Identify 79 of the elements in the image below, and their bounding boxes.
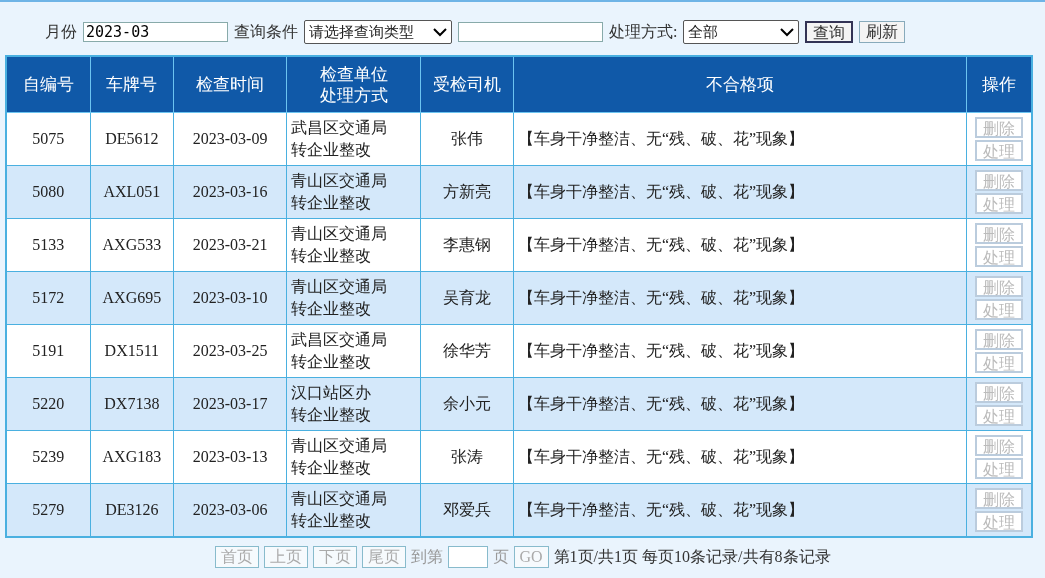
table-cell: DE3126 — [90, 483, 174, 537]
page-unit-label: 页 — [492, 546, 509, 567]
table-cell: 5075 — [6, 112, 91, 166]
chevron-icon — [433, 27, 447, 37]
table-cell: 【车身干净整洁、无“残、破、花”现象】 — [513, 430, 967, 484]
query-type-select[interactable]: 请选择查询类型 — [304, 20, 452, 44]
column-header: 受检司机 — [432, 74, 501, 95]
table-cell: 5191 — [6, 324, 91, 378]
table-cell-text: 青山区交通局 — [291, 436, 388, 456]
table-cell: 邓爱兵 — [420, 483, 514, 537]
table-cell: 2023-03-16 — [173, 165, 287, 219]
column-header: 检查单位 — [319, 63, 388, 85]
table-cell-text: 武昌区交通局 — [291, 118, 388, 138]
table-cell-text: 青山区交通局 — [291, 171, 388, 191]
table-cell-text: 青山区交通局 — [291, 224, 388, 244]
column-header: 不合格项 — [706, 74, 775, 95]
table-cell-text: 青山区交通局 — [291, 277, 388, 297]
table-cell: 【车身干净整洁、无“残、破、花”现象】 — [513, 483, 967, 537]
table-cell-text: 转企业整改 — [291, 458, 372, 478]
method-select[interactable]: 全部 — [683, 20, 800, 44]
table-cell: 5239 — [6, 430, 91, 484]
table-cell: 余小元 — [420, 377, 514, 431]
table-cell: 徐华芳 — [420, 324, 514, 378]
table-cell: 5080 — [6, 165, 91, 219]
table-cell: 【车身干净整洁、无“残、破、花”现象】 — [513, 112, 967, 166]
table-cell-text: 转企业整改 — [291, 246, 372, 266]
table-cell: 5220 — [6, 377, 91, 431]
column-header: 操作 — [982, 74, 1017, 95]
table-cell: AXG533 — [90, 218, 174, 272]
table-cell: 2023-03-25 — [173, 324, 287, 378]
month-field[interactable]: 2023-03 — [83, 22, 228, 42]
table-cell: 2023-03-10 — [173, 271, 287, 325]
column-header: 检查时间 — [196, 74, 265, 95]
table-cell: AXG183 — [90, 430, 174, 484]
table-cell-text: 武昌区交通局 — [291, 330, 388, 350]
chevron-icon — [780, 27, 795, 37]
table-cell-text: 转企业整改 — [291, 140, 372, 160]
table-cell-text: 转企业整改 — [291, 193, 372, 213]
button[interactable]: 查询 — [805, 21, 854, 43]
table-cell-text: 转企业整改 — [291, 352, 372, 372]
goto-label: 到第 — [410, 546, 443, 567]
table-cell: 2023-03-21 — [173, 218, 287, 272]
table-cell: 5279 — [6, 483, 91, 537]
table-cell: 【车身干净整洁、无“残、破、花”现象】 — [513, 377, 967, 431]
table-cell: 5172 — [6, 271, 91, 325]
month-label: 月份 — [45, 21, 77, 42]
table-cell-text: 转企业整改 — [291, 299, 372, 319]
table-cell-text: 转企业整改 — [291, 405, 372, 425]
table-cell: 【车身干净整洁、无“残、破、花”现象】 — [513, 218, 967, 272]
table-cell: DX1511 — [90, 324, 174, 378]
method-label: 处理方式: — [609, 21, 678, 42]
table-cell: DE5612 — [90, 112, 174, 166]
table-cell: 2023-03-06 — [173, 483, 287, 537]
query-label: 查询条件 — [234, 21, 298, 42]
table-cell: 2023-03-13 — [173, 430, 287, 484]
table-cell: DX7138 — [90, 377, 174, 431]
button[interactable]: 刷新 — [859, 21, 906, 43]
table-cell: AXG695 — [90, 271, 174, 325]
table-cell-text: 转企业整改 — [291, 511, 372, 531]
column-header: 自编号 — [22, 74, 74, 95]
column-header: 处理方式 — [319, 84, 388, 106]
table-cell: 2023-03-17 — [173, 377, 287, 431]
table-cell: 【车身干净整洁、无“残、破、花”现象】 — [513, 324, 967, 378]
table-cell: 张涛 — [420, 430, 514, 484]
table-cell: 张伟 — [420, 112, 514, 166]
column-header: 车牌号 — [106, 74, 158, 95]
table-cell: 【车身干净整洁、无“残、破、花”现象】 — [513, 165, 967, 219]
table-cell: AXL051 — [90, 165, 174, 219]
table-cell: 【车身干净整洁、无“残、破、花”现象】 — [513, 271, 967, 325]
page-summary: 第1页/共1页 每页10条记录/共有8条记录 — [553, 546, 831, 567]
table-cell: 2023-03-09 — [173, 112, 287, 166]
table-cell: 5133 — [6, 218, 91, 272]
table-cell: 吴育龙 — [420, 271, 514, 325]
table-cell-text: 青山区交通局 — [291, 489, 388, 509]
table-cell: 李惠钢 — [420, 218, 514, 272]
table-cell: 方新亮 — [420, 165, 514, 219]
table-cell-text: 汉口站区办 — [291, 383, 372, 403]
page-number-field[interactable] — [447, 546, 488, 568]
query-field[interactable] — [458, 22, 603, 42]
